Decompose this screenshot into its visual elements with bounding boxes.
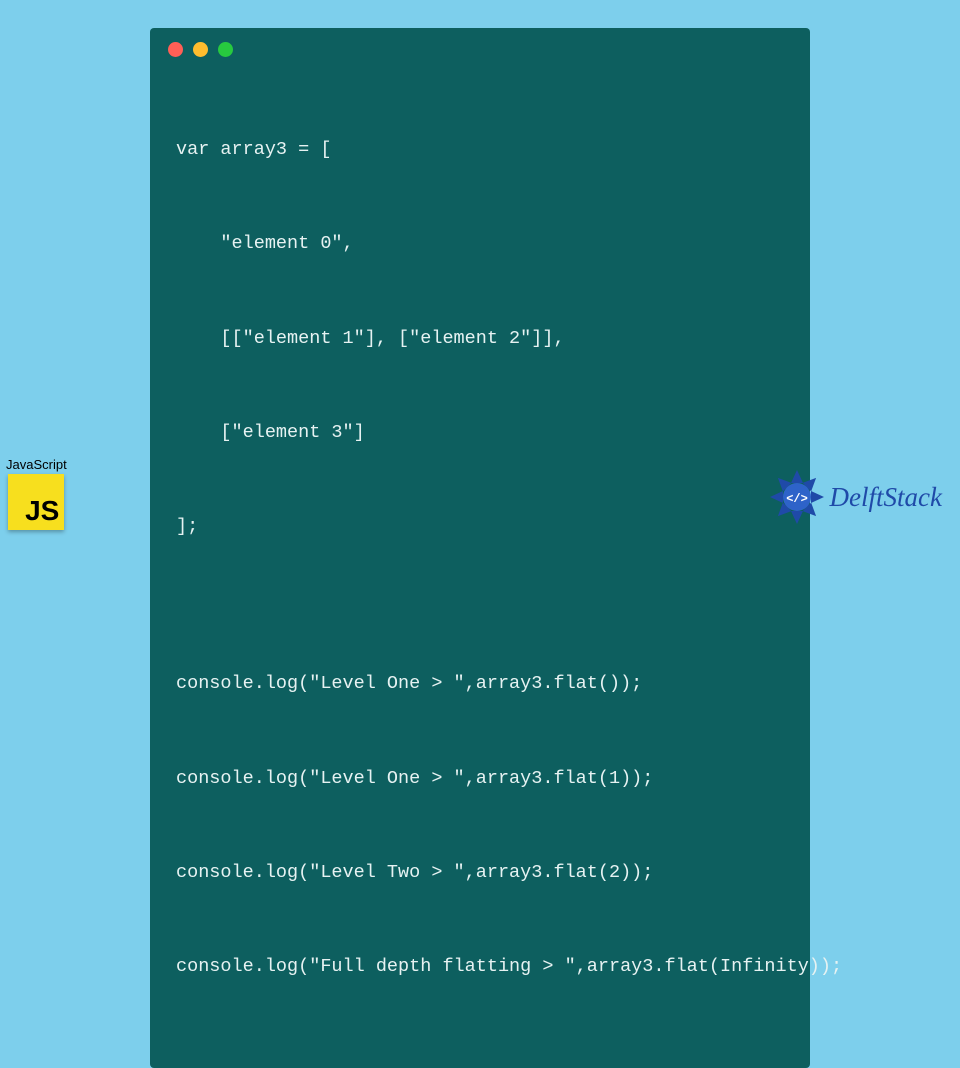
minimize-icon <box>193 42 208 57</box>
code-line: console.log("Level One > ",array3.flat()… <box>176 668 784 699</box>
code-line: ["element 3"] <box>176 417 784 448</box>
code-line: ]; <box>176 511 784 542</box>
javascript-label: JavaScript <box>6 457 67 472</box>
delftstack-logo-icon: </> <box>768 468 826 526</box>
javascript-logo-icon <box>8 474 64 530</box>
code-line: console.log("Full depth flatting > ",arr… <box>176 951 784 982</box>
delftstack-label: DelftStack <box>830 482 942 513</box>
code-line: "element 0", <box>176 228 784 259</box>
code-window: var array3 = [ "element 0", [["element 1… <box>150 28 810 1068</box>
javascript-badge: JavaScript <box>6 457 67 530</box>
maximize-icon <box>218 42 233 57</box>
code-line: var array3 = [ <box>176 134 784 165</box>
code-body: var array3 = [ "element 0", [["element 1… <box>150 65 810 1050</box>
code-line: [["element 1"], ["element 2"]], <box>176 323 784 354</box>
svg-text:</>: </> <box>786 492 808 506</box>
window-titlebar <box>150 28 810 65</box>
code-line: console.log("Level One > ",array3.flat(1… <box>176 763 784 794</box>
code-line: console.log("Level Two > ",array3.flat(2… <box>176 857 784 888</box>
close-icon <box>168 42 183 57</box>
delftstack-badge: </> DelftStack <box>768 468 942 526</box>
